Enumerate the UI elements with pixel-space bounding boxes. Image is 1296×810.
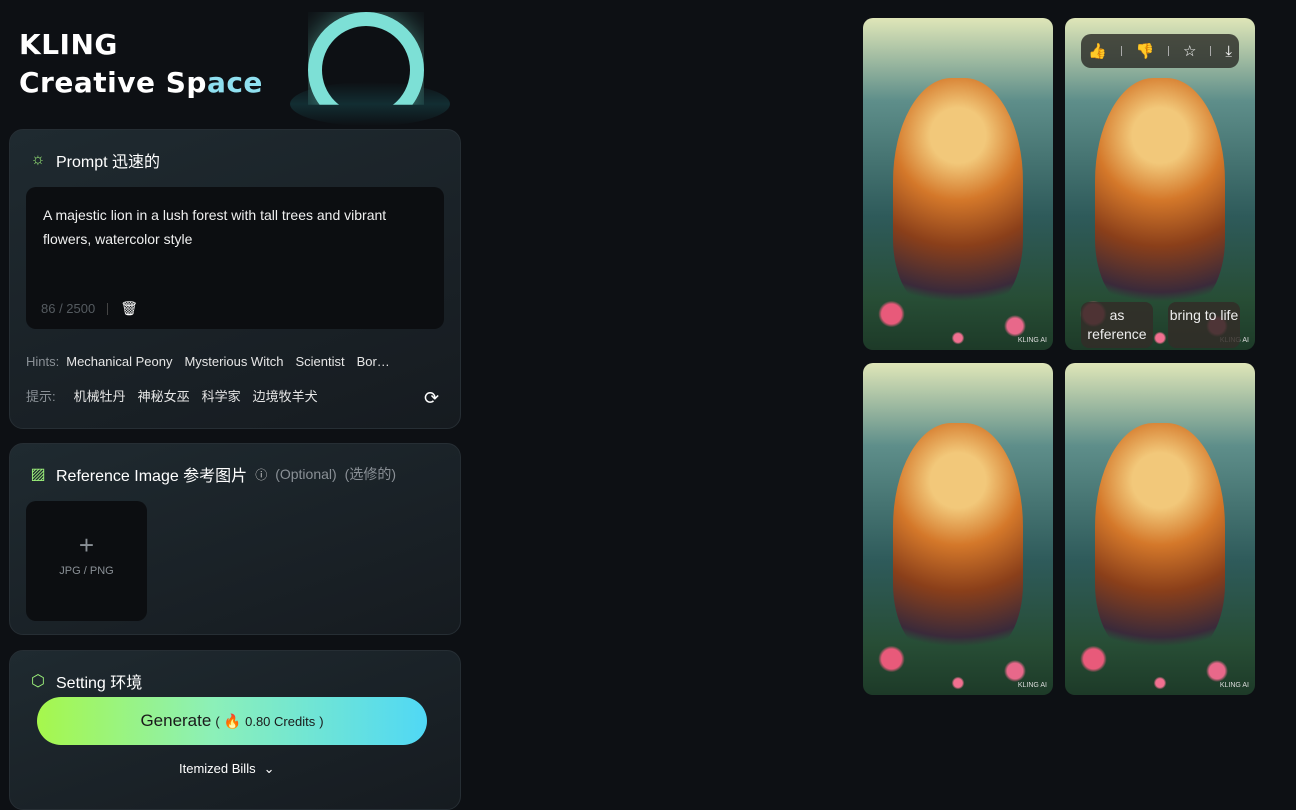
hints-en: Hints: Mechanical Peony Mysterious Witch… [26, 354, 390, 369]
hint-item[interactable]: Bor… [357, 354, 390, 369]
prompt-input[interactable]: A majestic lion in a lush forest with ta… [26, 187, 444, 329]
bring-to-life-button[interactable]: bring to life [1168, 302, 1240, 348]
reference-card: ▨ Reference Image 参考图片 ⓘ (Optional) (选修的… [9, 443, 461, 635]
optional-cn-label: (选修的) [344, 466, 396, 482]
bills-label: Itemized Bills [179, 761, 256, 776]
hint-item[interactable]: 科学家 [202, 386, 241, 405]
generated-image-2[interactable]: KLING AI 👍 👎 ☆ ⤓ as reference bring to l… [1065, 18, 1255, 350]
generated-image-4[interactable]: KLING AI [1065, 363, 1255, 695]
hint-item[interactable]: Mysterious Witch [184, 354, 283, 369]
brand-line2a: Creative Sp [19, 66, 207, 99]
flame-icon: 🔥 [223, 712, 242, 729]
generate-button[interactable]: Generate ( 🔥 0.80 Credits ) [37, 697, 427, 745]
reference-title: Reference Image 参考图片 [56, 468, 248, 485]
hint-item[interactable]: 神秘女巫 [138, 386, 190, 405]
hint-item[interactable]: 边境牧羊犬 [253, 386, 318, 405]
thumbs-up-icon[interactable]: 👍 [1088, 42, 1107, 60]
chevron-down-icon: ⌄ [263, 761, 275, 776]
watermark: KLING AI [1017, 682, 1047, 689]
credits-label: 0.80 Credits [245, 713, 316, 729]
prompt-title: Prompt 迅速的 [56, 154, 161, 171]
brand-logo: KLING Creative Space [19, 26, 263, 102]
watermark: KLING AI [1219, 682, 1249, 689]
generated-image-1[interactable]: KLING AI [863, 18, 1053, 350]
hints-cn: 提示: 机械牡丹 神秘女巫 科学家 边境牧羊犬 [26, 386, 318, 405]
prompt-text[interactable]: A majestic lion in a lush forest with ta… [43, 203, 423, 251]
as-reference-button[interactable]: as reference [1081, 302, 1153, 348]
sun-icon: ☼ [30, 151, 46, 168]
download-icon[interactable]: ⤓ [1225, 43, 1232, 60]
trash-icon[interactable]: 🗑 [120, 300, 138, 317]
image-icon: ▨ [30, 466, 46, 483]
hints-label: Hints: [26, 354, 60, 369]
setting-title: Setting 环境 [56, 675, 143, 692]
hexagon-settings-icon: ⬡ [31, 673, 45, 690]
generate-label: Generate [140, 711, 212, 730]
prompt-card: ☼ Prompt 迅速的 A majestic lion in a lush f… [9, 129, 461, 429]
itemized-bills-toggle[interactable]: Itemized Bills ⌄ [179, 761, 274, 777]
upload-hint: JPG / PNG [59, 565, 114, 577]
paren-close: ) [319, 713, 324, 729]
generated-image-3[interactable]: KLING AI [863, 363, 1053, 695]
char-count: 86 / 2500 [41, 301, 96, 316]
hint-item[interactable]: 机械牡丹 [74, 386, 126, 405]
refresh-hints-icon[interactable]: ⟳ [424, 388, 439, 409]
star-icon[interactable]: ☆ [1183, 42, 1196, 60]
paren-open: ( [215, 713, 220, 729]
thumbs-down-icon[interactable]: 👎 [1135, 42, 1154, 60]
brand-line2: Creative Space [19, 64, 263, 102]
brand-line1: KLING [19, 28, 118, 61]
hints-cn-label: 提示: [26, 389, 56, 404]
hint-item[interactable]: Mechanical Peony [66, 354, 172, 369]
watermark: KLING AI [1017, 337, 1047, 344]
image-toolbar: 👍 👎 ☆ ⤓ [1081, 34, 1239, 68]
plus-icon: + [78, 530, 95, 560]
optional-label: (Optional) [275, 466, 337, 482]
hint-item[interactable]: Scientist [295, 354, 344, 369]
brand-line2b: ace [206, 66, 263, 99]
info-icon[interactable]: ⓘ [255, 466, 267, 483]
upload-button[interactable]: + JPG / PNG [26, 501, 147, 621]
